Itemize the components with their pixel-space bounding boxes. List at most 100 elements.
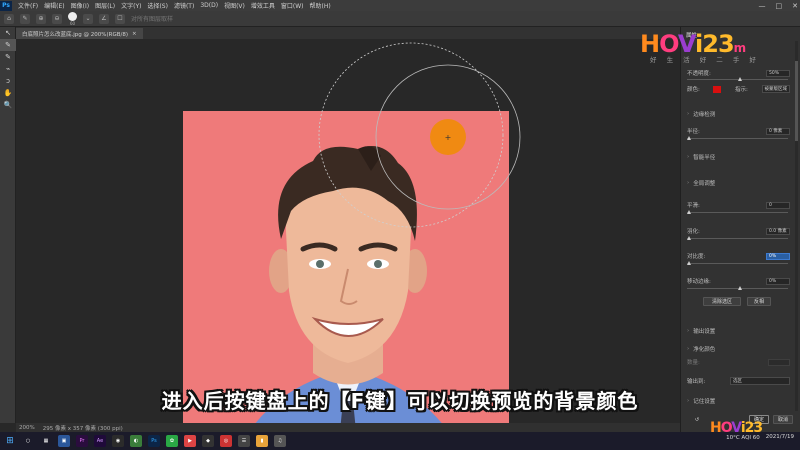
- menu-image[interactable]: 图像(I): [68, 1, 92, 10]
- app-icon-4[interactable]: ◆: [202, 435, 214, 447]
- overlay-color-swatch[interactable]: [713, 85, 722, 93]
- taskbar: ⊞ ○ ▦ ▣ Pr Ae ◉ ◐ Ps ✿ ▶ ◆ ◎ ☰ ▮ ♫ 10°C …: [0, 432, 800, 450]
- amount-input[interactable]: [768, 358, 790, 366]
- decontaminate-label: 净化颜色: [693, 347, 716, 353]
- global-refine-label: 全局调整: [693, 181, 716, 187]
- app-icon-8[interactable]: ♫: [274, 435, 286, 447]
- app-icon-7[interactable]: ▮: [256, 435, 268, 447]
- reset-icon[interactable]: ↺: [691, 415, 703, 424]
- move-tool-icon[interactable]: ↖: [0, 27, 16, 39]
- app-icon-3[interactable]: ▶: [184, 435, 196, 447]
- brush-size-picker[interactable]: 60: [68, 11, 77, 26]
- cancel-button[interactable]: 取消: [773, 415, 793, 424]
- feather-input[interactable]: 0.0 像素: [766, 227, 790, 235]
- zoom-tool-icon[interactable]: 🔍: [0, 99, 16, 111]
- output-to-label: 输出到:: [687, 379, 706, 385]
- panel-scrollbar[interactable]: [795, 41, 798, 411]
- task-view-icon[interactable]: ▦: [40, 435, 52, 447]
- menu-type[interactable]: 文字(Y): [118, 1, 144, 10]
- refine-edge-brush-icon[interactable]: ✎: [0, 51, 16, 63]
- minimize-button[interactable]: —: [759, 2, 766, 10]
- wechat-icon[interactable]: ✿: [166, 435, 178, 447]
- menu-layer[interactable]: 图层(L): [92, 1, 118, 10]
- menu-select[interactable]: 选择(S): [144, 1, 171, 10]
- start-icon[interactable]: ⊞: [4, 435, 16, 447]
- watermark-subtitle: 好 生 活 好 二 手 好: [650, 56, 760, 64]
- global-refine-section[interactable]: 全局调整: [687, 179, 715, 187]
- feather-label: 羽化:: [687, 229, 700, 235]
- add-mode-icon[interactable]: ⊕: [36, 13, 46, 24]
- scrollbar-thumb[interactable]: [795, 61, 798, 141]
- menu-3d[interactable]: 3D(D): [197, 2, 221, 9]
- app-icon-1[interactable]: ▣: [58, 435, 70, 447]
- radius-input[interactable]: 0 像素: [766, 127, 790, 135]
- remember-settings-label: 记住设置: [693, 399, 716, 405]
- contrast-input[interactable]: 0%: [766, 252, 790, 260]
- shift-edge-slider[interactable]: [687, 286, 788, 290]
- indicate-dropdown[interactable]: 被蒙版区域: [761, 85, 790, 93]
- lasso-tool-icon[interactable]: ↄ: [0, 75, 16, 87]
- subtract-mode-icon[interactable]: ⊖: [52, 13, 62, 24]
- menu-view[interactable]: 视图(V): [221, 1, 248, 10]
- edge-detection-label: 边缘检测: [693, 112, 716, 118]
- canvas-area[interactable]: +: [16, 39, 680, 423]
- status-bar: 200% 295 像素 x 357 像素 (300 ppi): [16, 423, 680, 432]
- chrome-icon[interactable]: ◐: [130, 435, 142, 447]
- after-effects-icon[interactable]: Ae: [94, 435, 106, 447]
- app-icon-6[interactable]: ☰: [238, 435, 250, 447]
- smooth-label: 平滑:: [687, 203, 700, 209]
- search-icon[interactable]: ○: [22, 435, 34, 447]
- opacity-label: 不透明度:: [687, 71, 711, 77]
- clear-selection-button[interactable]: 清除选区: [703, 297, 741, 306]
- menu-plugins[interactable]: 增效工具: [248, 1, 278, 10]
- app-icon-5[interactable]: ◎: [220, 435, 232, 447]
- premiere-icon[interactable]: Pr: [76, 435, 88, 447]
- maximize-button[interactable]: □: [776, 2, 783, 10]
- refine-brush-icon[interactable]: ✎: [20, 13, 30, 24]
- photoshop-taskbar-icon[interactable]: Ps: [148, 435, 160, 447]
- close-tab-icon[interactable]: ×: [132, 31, 137, 37]
- shift-edge-input[interactable]: 0%: [766, 277, 790, 285]
- smart-radius-label: 智能半径: [693, 155, 716, 161]
- invert-button[interactable]: 反相: [747, 297, 771, 306]
- output-settings-section[interactable]: 输出设置: [687, 327, 715, 335]
- menu-file[interactable]: 文件(F): [15, 1, 41, 10]
- menu-edit[interactable]: 编辑(E): [41, 1, 67, 10]
- brush-settings-icon[interactable]: ⌄: [83, 13, 93, 24]
- color-row: 颜色: 指示: 被蒙版区域: [687, 85, 790, 93]
- smooth-input[interactable]: 0: [766, 201, 790, 209]
- remember-settings-checkbox[interactable]: 记住设置: [687, 397, 715, 405]
- tools-panel: ↖ ✎ ✎ ⌁ ↄ ✋ 🔍: [0, 27, 16, 423]
- opacity-slider[interactable]: [687, 77, 788, 81]
- angle-icon[interactable]: ∠: [99, 13, 109, 24]
- close-button[interactable]: ✕: [792, 2, 798, 10]
- menu-filter[interactable]: 滤镜(T): [171, 1, 197, 10]
- feather-slider[interactable]: [687, 236, 788, 240]
- contrast-slider[interactable]: [687, 261, 788, 265]
- smart-radius-checkbox[interactable]: 智能半径: [687, 153, 715, 161]
- edge-detection-section[interactable]: 边缘检测: [687, 110, 715, 118]
- sample-all-checkbox[interactable]: ☐: [115, 13, 125, 24]
- radius-slider[interactable]: [687, 136, 788, 140]
- brush-tool-icon[interactable]: ⌁: [0, 63, 16, 75]
- document-tab[interactable]: 白底照片怎么改蓝底.jpg @ 200%(RGB/8) ×: [16, 28, 143, 39]
- amount-row: 数量:: [687, 358, 790, 366]
- opacity-input[interactable]: 50%: [766, 69, 790, 77]
- feather-row: 羽化: 0.0 像素: [687, 227, 790, 235]
- menu-window[interactable]: 窗口(W): [278, 1, 307, 10]
- options-bar: ⌂ ✎ ⊕ ⊖ 60 ⌄ ∠ ☐ 对所有图层取样: [0, 11, 800, 27]
- zoom-level[interactable]: 200%: [19, 425, 35, 431]
- brush-size-value: 60: [69, 20, 76, 26]
- smooth-slider[interactable]: [687, 210, 788, 214]
- document-tab-bar: 白底照片怎么改蓝底.jpg @ 200%(RGB/8) ×: [16, 27, 680, 39]
- output-to-dropdown[interactable]: 选区: [730, 377, 790, 385]
- contrast-label: 对比度:: [687, 254, 706, 260]
- hand-tool-icon[interactable]: ✋: [0, 87, 16, 99]
- weather-widget[interactable]: 10°C AQI 60: [726, 435, 760, 441]
- menu-help[interactable]: 帮助(H): [307, 1, 334, 10]
- decontaminate-checkbox[interactable]: 净化颜色: [687, 345, 715, 353]
- home-icon[interactable]: ⌂: [4, 13, 14, 24]
- app-icon-2[interactable]: ◉: [112, 435, 124, 447]
- clock[interactable]: 2021/7/19: [766, 434, 794, 441]
- quick-selection-tool-icon[interactable]: ✎: [0, 39, 16, 51]
